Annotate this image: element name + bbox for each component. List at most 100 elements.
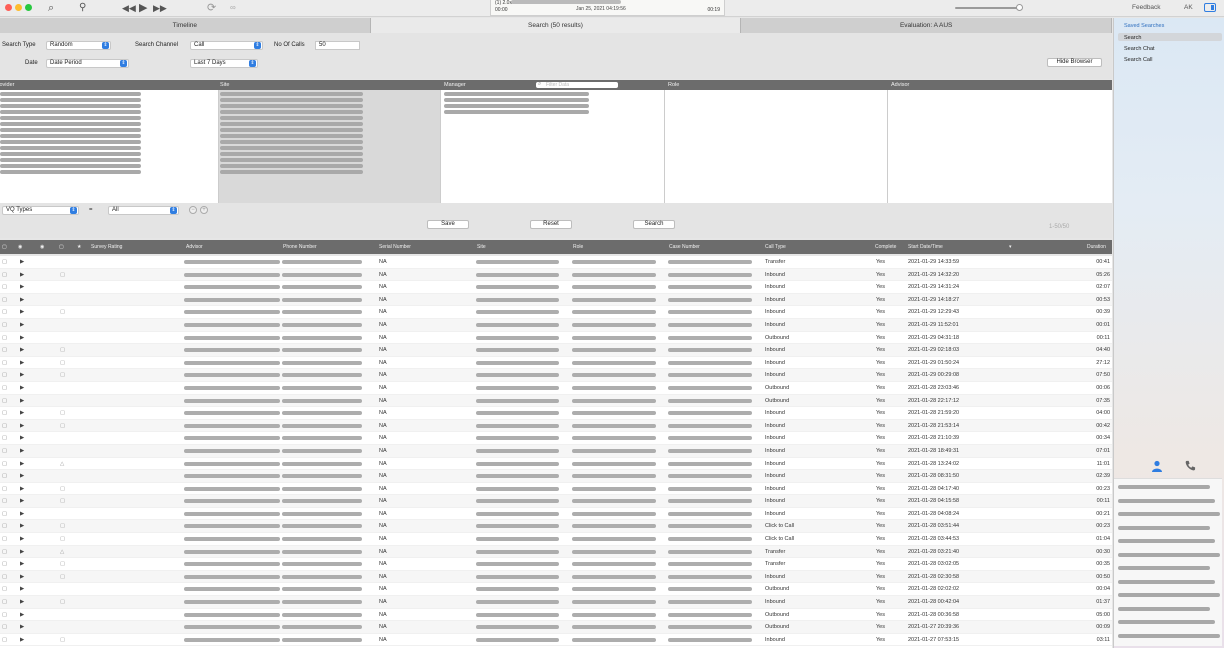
table-row[interactable]: ▢ ▶ NA Outbound Yes 2021-01-28 22:17:12 07:35 [0,394,1112,408]
period-select[interactable]: Last 7 Days ⇕ [190,59,258,68]
table-row[interactable]: ▢ ▶ ▢ NA Inbound Yes 2021-01-29 01:50:24 27:12 [0,357,1112,370]
redacted-list-entry[interactable] [220,158,363,162]
play-icon[interactable]: ▶ [20,306,24,318]
manager-list[interactable] [441,90,665,203]
redacted-list-entry[interactable] [0,128,141,132]
redacted-contact[interactable] [1118,606,1210,611]
select-icon[interactable]: ▢ [2,596,7,608]
table-row[interactable]: ▢ ▶ ▢ NA Click to Call Yes 2021-01-28 03:44:53… [0,533,1112,546]
provider-list[interactable] [0,90,219,203]
table-row[interactable]: ▢ ▶ NA Inbound Yes 2021-01-29 14:31:24 02:07 [0,281,1112,294]
redacted-list-entry[interactable] [444,98,589,102]
select-icon[interactable]: ▢ [2,269,7,281]
note-icon[interactable]: ▢ [60,420,65,432]
select-icon[interactable]: ▢ [2,395,7,407]
alert-icon[interactable]: △ [60,546,64,558]
play-icon[interactable]: ▶ [20,445,24,457]
play-icon[interactable]: ▶ [20,319,24,331]
no-of-calls-input[interactable]: 50 [315,41,360,50]
note-icon[interactable]: ▢ [60,357,65,369]
redacted-contact[interactable] [1118,552,1220,557]
play-icon[interactable]: ▶ [20,571,24,583]
select-icon[interactable]: ▢ [2,281,7,293]
search-icon[interactable]: ⌕ [48,1,54,15]
table-row[interactable]: ▢ ▶ ▢ NA Inbound Yes 2021-01-28 04:17:40 00:23 [0,483,1112,496]
select-icon[interactable]: ▢ [2,445,7,457]
redacted-contact[interactable] [1118,512,1220,516]
play-icon[interactable]: ▶ [20,520,24,532]
col-serial-number[interactable]: Serial Number [379,240,411,254]
play-icon[interactable]: ▶ [20,407,24,419]
select-icon[interactable]: ▢ [2,495,7,507]
redacted-list-entry[interactable] [220,104,363,108]
select-icon[interactable]: ▢ [2,634,7,646]
play-icon[interactable]: ▶ [20,621,24,633]
sort-descending-icon[interactable]: ▾ [1009,240,1012,254]
saved-search-item[interactable]: Search Chat [1124,46,1155,52]
note-icon[interactable]: ▢ [60,306,65,318]
table-row[interactable]: ▢ ▶ NA Inbound Yes 2021-01-28 08:31:50 02:39 [0,470,1112,483]
remove-filter-icon[interactable]: − [189,206,197,214]
star-column-icon[interactable]: ★ [77,240,81,254]
col-survey-rating[interactable]: Survey Rating [91,240,122,254]
redacted-list-entry[interactable] [0,110,141,114]
play-icon[interactable]: ▶ [20,344,24,356]
play-icon[interactable]: ▶ [20,281,24,293]
play-icon[interactable]: ▶ [20,432,24,444]
note-icon[interactable]: ▢ [60,596,65,608]
table-row[interactable]: ▢ ▶ NA Inbound Yes 2021-01-29 14:18:27 00:53 [0,293,1112,307]
redacted-list-entry[interactable] [220,116,363,120]
user-initials[interactable]: AK [1184,4,1193,11]
redacted-list-entry[interactable] [220,140,363,144]
play-icon[interactable]: ▶ [20,609,24,621]
table-row[interactable]: ▢ ▶ ▢ NA Inbound Yes 2021-01-29 02:18:03 04:40 [0,344,1112,357]
table-row[interactable]: ▢ ▶ ▢ NA Click to Call Yes 2021-01-28 03:51:44… [0,520,1112,534]
select-icon[interactable]: ▢ [2,294,7,306]
select-icon[interactable]: ▢ [2,344,7,356]
redacted-list-entry[interactable] [220,164,363,168]
play-icon[interactable]: ▶ [20,596,24,608]
play-icon[interactable]: ▶ [20,357,24,369]
site-list[interactable] [219,90,441,203]
table-row[interactable]: ▢ ▶ NA Outbound Yes 2021-01-28 00:36:58 05:00 [0,609,1112,622]
link-icon[interactable]: ∞ [230,1,236,15]
select-column-icon[interactable]: ▢ [2,240,7,254]
redacted-list-entry[interactable] [0,122,141,126]
volume-slider-knob[interactable] [1016,4,1023,11]
redacted-list-entry[interactable] [0,170,141,174]
table-row[interactable]: ▢ ▶ ▢ NA Inbound Yes 2021-01-28 00:42:04 01:37 [0,596,1112,609]
table-row[interactable]: ▢ ▶ NA Inbound Yes 2021-01-29 11:52:01 00:01 [0,318,1112,332]
vq-type-select[interactable]: VQ Types ⇕ [2,206,79,215]
table-row[interactable]: ▢ ▶ NA Inbound Yes 2021-01-28 04:08:24 00:21 [0,508,1112,521]
saved-search-item[interactable]: Search [1124,35,1141,41]
agent-icon[interactable]: ⚲ [79,1,86,15]
select-icon[interactable]: ▢ [2,420,7,432]
select-icon[interactable]: ▢ [2,458,7,470]
close-window-button[interactable] [5,4,12,11]
browser-col-manager[interactable]: Manager [444,80,466,90]
select-icon[interactable]: ▢ [2,256,7,268]
col-role[interactable]: Role [573,240,583,254]
play-icon[interactable]: ▶ [20,533,24,545]
select-icon[interactable]: ▢ [2,583,7,595]
select-icon[interactable]: ▢ [2,306,7,318]
rewind-icon[interactable]: ◀◀ [122,1,136,15]
table-row[interactable]: ▢ ▶ ▢ NA Inbound Yes 2021-01-29 14:32:20 05:26 [0,268,1112,282]
play-column-icon[interactable]: ◉ [18,240,22,254]
note-icon[interactable]: ▢ [60,571,65,583]
table-row[interactable]: ▢ ▶ ▢ NA Inbound Yes 2021-01-28 21:59:20 04:00 [0,407,1112,420]
redacted-list-entry[interactable] [220,134,363,138]
redacted-contact[interactable] [1118,539,1215,543]
play-icon[interactable]: ▶ [20,332,24,344]
table-row[interactable]: ▢ ▶ NA Transfer Yes 2021-01-29 14:33:59 00:41 [0,256,1112,269]
play-icon[interactable]: ▶ [20,558,24,570]
note-column-icon[interactable]: ▢ [59,240,64,254]
col-duration[interactable]: Duration [1087,240,1106,254]
browser-col-role[interactable]: Role [668,80,679,90]
fast-forward-icon[interactable]: ▶▶ [153,1,167,15]
play-icon[interactable]: ▶ [20,483,24,495]
select-icon[interactable]: ▢ [2,332,7,344]
role-list[interactable] [665,90,888,203]
saved-search-item[interactable]: Search Call [1124,57,1152,63]
tab-search[interactable]: Search (50 results) [370,18,742,33]
